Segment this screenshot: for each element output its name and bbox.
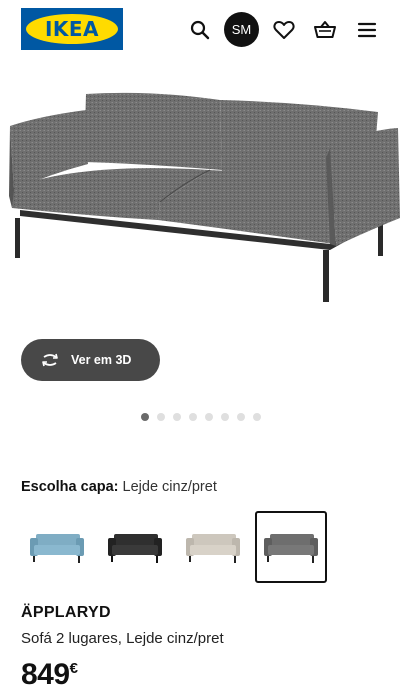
- cover-choice-label: Escolha capa:: [21, 479, 119, 495]
- sofa-thumbnail: [186, 534, 240, 563]
- view-in-3d-label: Ver em 3D: [71, 353, 132, 367]
- carousel-dot[interactable]: [253, 413, 261, 421]
- product-price: 849€: [21, 658, 78, 692]
- heart-icon[interactable]: [268, 14, 300, 46]
- rotate-3d-icon: [42, 353, 58, 367]
- sofa-illustration: [9, 92, 400, 302]
- cover-swatch-blue[interactable]: [21, 511, 93, 583]
- product-name: ÄPPLARYD: [21, 604, 111, 621]
- cover-swatch-grey[interactable]: [255, 511, 327, 583]
- view-in-3d-button[interactable]: Ver em 3D: [21, 339, 160, 381]
- avatar[interactable]: SM: [224, 12, 259, 47]
- carousel-dot[interactable]: [221, 413, 229, 421]
- carousel-dot[interactable]: [141, 413, 149, 421]
- cover-swatch-beige[interactable]: [177, 511, 249, 583]
- logo-text: IKEA: [44, 17, 100, 41]
- sofa-thumbnail: [264, 534, 318, 563]
- cover-choice-heading: Escolha capa: Lejde cinz/pret: [21, 479, 217, 495]
- carousel-dot[interactable]: [173, 413, 181, 421]
- sofa-thumbnail: [30, 534, 84, 563]
- ikea-logo[interactable]: IKEA: [21, 8, 123, 50]
- carousel-dot[interactable]: [205, 413, 213, 421]
- carousel-dot[interactable]: [189, 413, 197, 421]
- sofa-thumbnail: [108, 534, 162, 563]
- top-header: IKEA SM: [0, 0, 408, 62]
- menu-icon[interactable]: [351, 14, 383, 46]
- cover-swatch-black[interactable]: [99, 511, 171, 583]
- carousel-dot[interactable]: [237, 413, 245, 421]
- search-icon[interactable]: [184, 14, 216, 46]
- logo-oval: IKEA: [26, 14, 118, 44]
- product-description: Sofá 2 lugares, Lejde cinz/pret: [21, 630, 224, 647]
- price-currency: €: [69, 660, 78, 677]
- cover-swatch-list: [21, 511, 333, 583]
- carousel-dot[interactable]: [157, 413, 165, 421]
- basket-icon[interactable]: [309, 14, 341, 46]
- cover-selected-value: Lejde cinz/pret: [122, 479, 217, 495]
- product-image[interactable]: [0, 78, 408, 318]
- price-value: 849: [21, 658, 70, 691]
- image-carousel-dots: [141, 413, 261, 421]
